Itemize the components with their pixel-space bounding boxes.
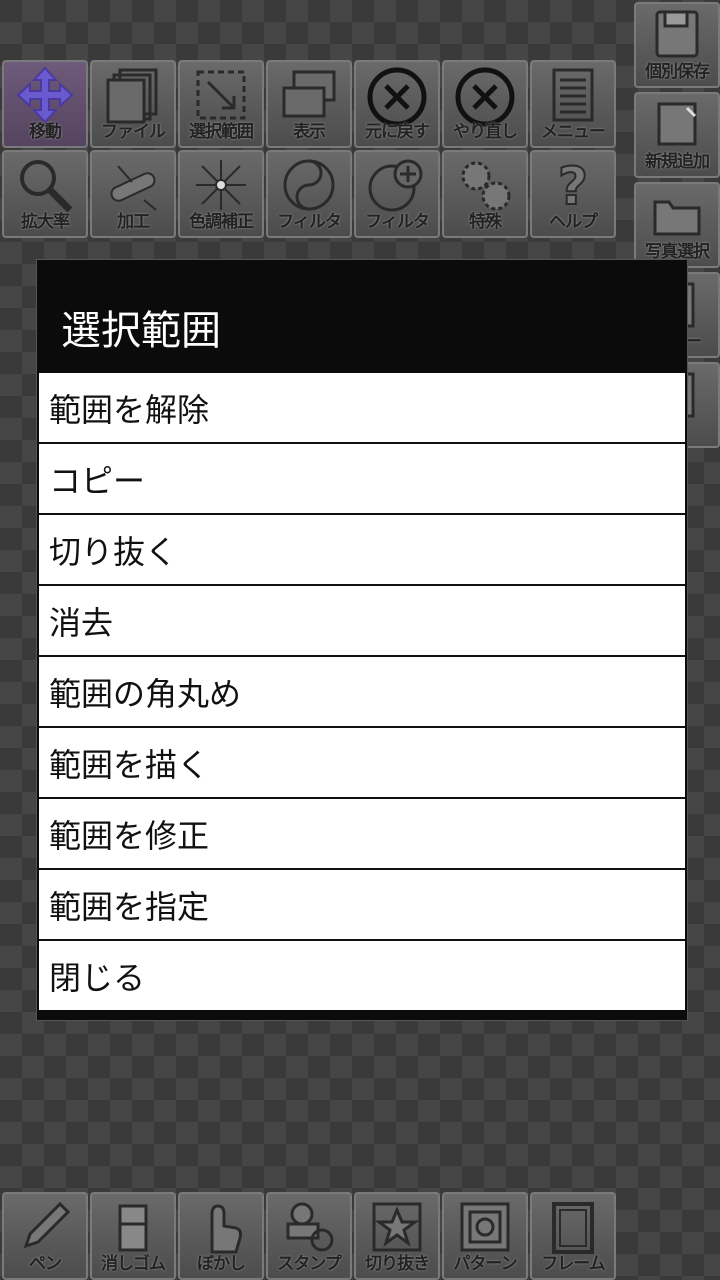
tool-frame[interactable]: フレーム: [530, 1192, 616, 1280]
tool-help-label: ヘルプ: [549, 212, 598, 232]
tool-undo-label: 元に戻す: [365, 122, 430, 142]
tool-display-label: 表示: [293, 122, 326, 142]
gears-icon: [444, 156, 526, 214]
tool-stamp[interactable]: スタンプ: [266, 1192, 352, 1280]
tool-stamp-label: スタンプ: [277, 1254, 342, 1274]
tool-undo[interactable]: 元に戻す: [354, 60, 440, 148]
pattern-icon: [444, 1198, 526, 1256]
tool-filter-2[interactable]: フィルタ: [354, 150, 440, 238]
tool-filter-2-label: フィルタ: [365, 212, 430, 232]
side-add-new[interactable]: 新規追加: [634, 92, 720, 178]
file-stack-icon: [92, 66, 174, 124]
sparkle-icon: [180, 156, 262, 214]
tool-color-correction-label: 色調補正: [189, 212, 254, 232]
side-save-individual-label: 個別保存: [645, 62, 710, 82]
tool-pattern[interactable]: パターン: [442, 1192, 528, 1280]
menu-item-clear-selection[interactable]: 範囲を解除: [39, 373, 685, 444]
menu-item-modify-selection[interactable]: 範囲を修正: [39, 799, 685, 870]
frame-icon: [532, 1198, 614, 1256]
side-select-photo[interactable]: 写真選択: [634, 182, 720, 268]
menu-item-cut[interactable]: 切り抜く: [39, 515, 685, 586]
tool-color-correction[interactable]: 色調補正: [178, 150, 264, 238]
folder-icon: [636, 188, 718, 244]
menu-item-copy[interactable]: コピー: [39, 444, 685, 515]
menu-list-icon: [532, 66, 614, 124]
eraser-icon: [92, 1198, 174, 1256]
tool-frame-label: フレーム: [541, 1254, 606, 1274]
tool-process-label: 加工: [117, 212, 150, 232]
tool-pen[interactable]: ペン: [2, 1192, 88, 1280]
multitool-icon: [92, 156, 174, 214]
tool-move[interactable]: 移動: [2, 60, 88, 148]
tool-filter-1[interactable]: フィルタ: [266, 150, 352, 238]
tool-cutout-label: 切り抜き: [365, 1254, 430, 1274]
tool-filter-1-label: フィルタ: [277, 212, 342, 232]
tool-pen-label: ペン: [29, 1254, 62, 1274]
tool-selection[interactable]: 選択範囲: [178, 60, 264, 148]
undo-disabled-icon: [356, 66, 438, 127]
tool-blur[interactable]: ぼかし: [178, 1192, 264, 1280]
selection-arrow-icon: [180, 66, 262, 124]
selection-dialog: 選択範囲 範囲を解除 コピー 切り抜く 消去 範囲の角丸め 範囲を描く 範囲を修…: [36, 259, 688, 1021]
side-add-new-label: 新規追加: [645, 152, 710, 172]
tool-pattern-label: パターン: [453, 1254, 517, 1274]
side-save-individual[interactable]: 個別保存: [634, 2, 720, 88]
tool-redo-label: やり直し: [453, 122, 518, 142]
filter-plus-icon: [356, 156, 438, 214]
tool-zoom[interactable]: 拡大率: [2, 150, 88, 238]
tool-special[interactable]: 特殊: [442, 150, 528, 238]
menu-item-close[interactable]: 閉じる: [39, 941, 685, 1010]
display-windows-icon: [268, 66, 350, 124]
star-cut-icon: [356, 1198, 438, 1256]
tool-move-label: 移動: [29, 122, 62, 142]
tool-eraser-label: 消しゴム: [101, 1254, 166, 1274]
floppy-icon: [636, 8, 718, 64]
pencil-icon: [4, 1198, 86, 1256]
menu-item-delete[interactable]: 消去: [39, 586, 685, 657]
tool-menu[interactable]: メニュー: [530, 60, 616, 148]
tool-display[interactable]: 表示: [266, 60, 352, 148]
tool-blur-label: ぼかし: [197, 1254, 246, 1274]
tool-zoom-label: 拡大率: [21, 212, 70, 232]
menu-item-draw-selection[interactable]: 範囲を描く: [39, 728, 685, 799]
tool-help[interactable]: ? ヘルプ: [530, 150, 616, 238]
dialog-menu-list: 範囲を解除 コピー 切り抜く 消去 範囲の角丸め 範囲を描く 範囲を修正 範囲を…: [39, 373, 685, 1010]
svg-text:?: ?: [558, 157, 588, 214]
tool-selection-label: 選択範囲: [189, 122, 254, 142]
filter-swirl-icon: [268, 156, 350, 214]
menu-item-specify-selection[interactable]: 範囲を指定: [39, 870, 685, 941]
tool-file[interactable]: ファイル: [90, 60, 176, 148]
move-arrows-icon: [4, 66, 86, 124]
tool-file-label: ファイル: [101, 122, 166, 142]
tool-special-label: 特殊: [469, 212, 502, 232]
tool-redo[interactable]: やり直し: [442, 60, 528, 148]
question-icon: ?: [532, 156, 614, 214]
redo-disabled-icon: [444, 66, 526, 127]
finger-icon: [180, 1198, 262, 1256]
stamp-icon: [268, 1198, 350, 1256]
menu-item-round-corners[interactable]: 範囲の角丸め: [39, 657, 685, 728]
tool-cutout[interactable]: 切り抜き: [354, 1192, 440, 1280]
tool-eraser[interactable]: 消しゴム: [90, 1192, 176, 1280]
magnifier-icon: [4, 156, 86, 214]
tool-menu-label: メニュー: [541, 122, 606, 142]
dialog-title: 選択範囲: [61, 308, 221, 354]
tool-process[interactable]: 加工: [90, 150, 176, 238]
new-sparkle-icon: [636, 98, 718, 154]
